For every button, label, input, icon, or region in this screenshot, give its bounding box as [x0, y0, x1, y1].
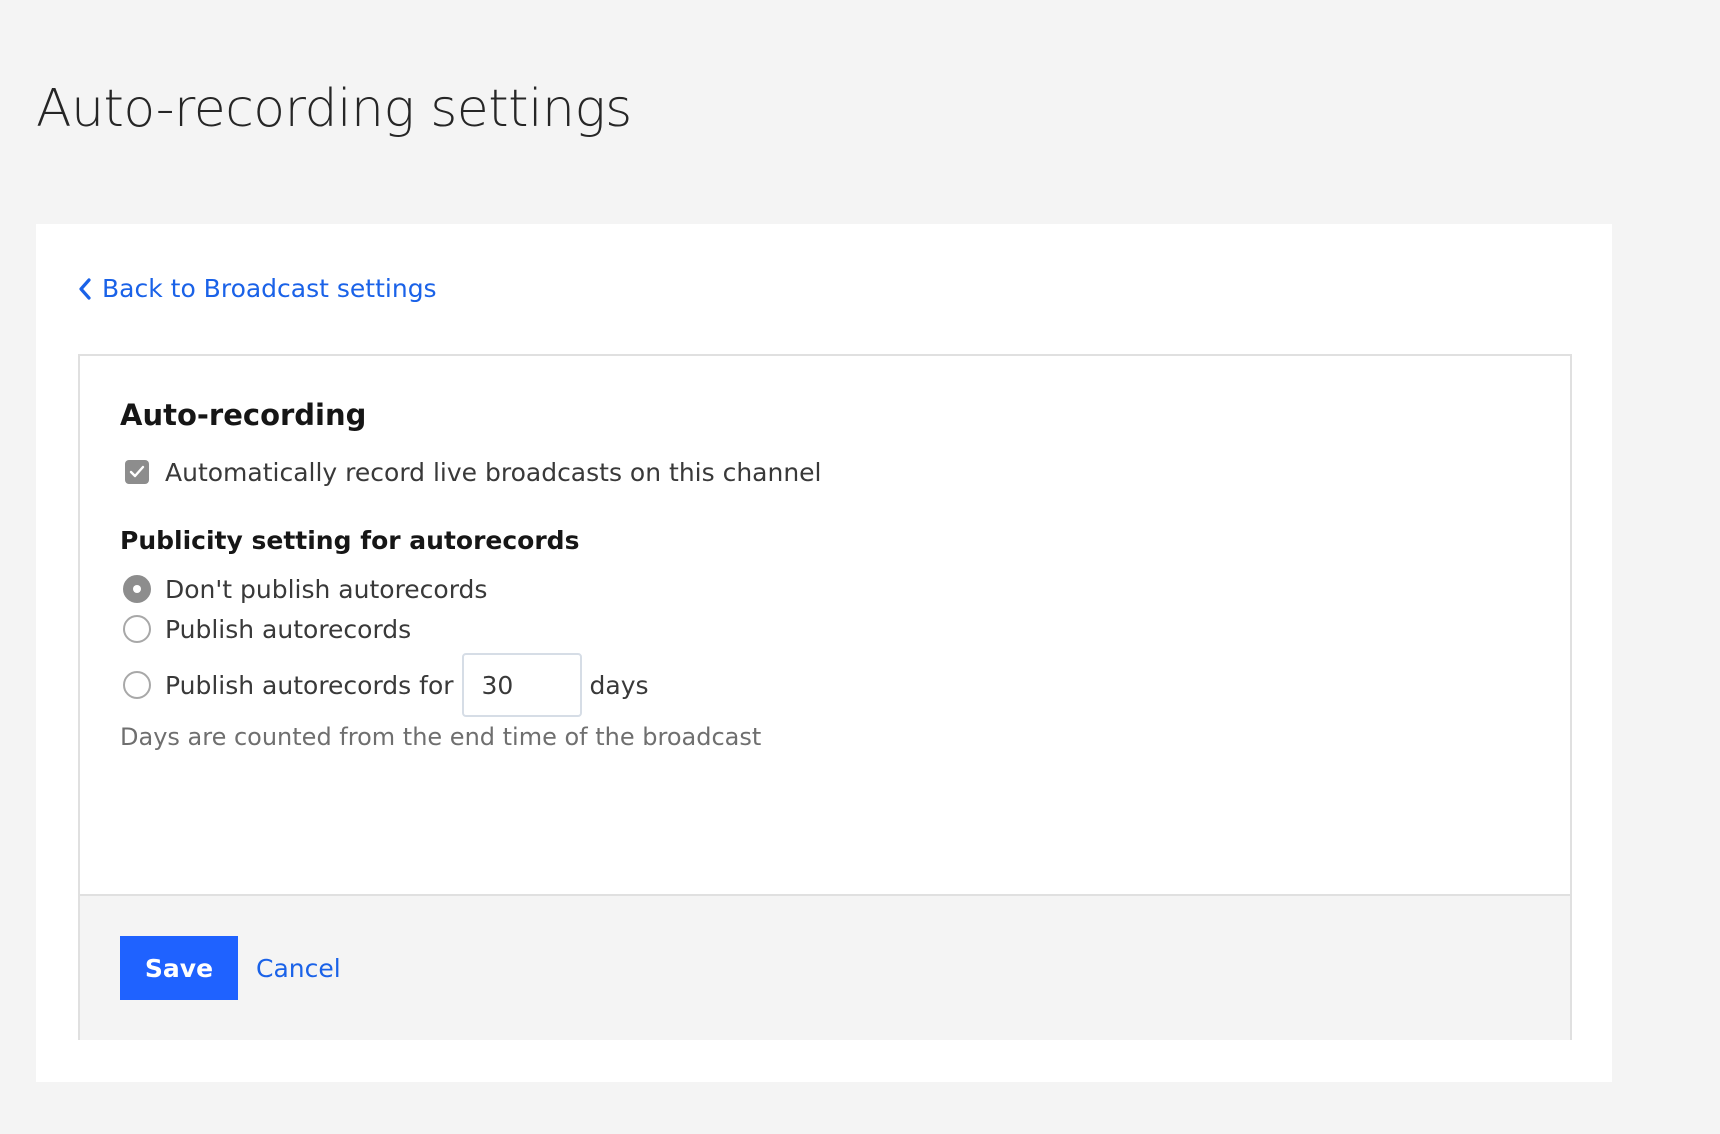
days-suffix: days [589, 670, 649, 700]
settings-card: Back to Broadcast settings Auto-recordin… [36, 224, 1612, 1082]
back-link-label: Back to Broadcast settings [102, 274, 437, 303]
chevron-left-icon [78, 277, 92, 300]
checkmark-icon [129, 465, 145, 478]
radio-publish-row[interactable]: Publish autorecords [120, 609, 1570, 649]
radio-dont-publish[interactable] [123, 575, 151, 603]
days-input[interactable] [461, 653, 582, 717]
panel-body: Auto-recording Automatically record live… [80, 356, 1570, 894]
radio-dont-publish-label: Don't publish autorecords [165, 574, 488, 604]
back-to-broadcast-settings-link[interactable]: Back to Broadcast settings [78, 274, 437, 303]
radio-publish-for-days-label: Publish autorecords for [165, 670, 454, 700]
auto-record-checkbox[interactable] [125, 460, 149, 484]
save-button[interactable]: Save [120, 936, 238, 1000]
auto-recording-title: Auto-recording [120, 398, 367, 432]
panel-footer: Save Cancel [80, 894, 1570, 1040]
days-helper-text: Days are counted from the end time of th… [120, 723, 762, 751]
radio-publish-for-days-row[interactable]: Publish autorecords for days [120, 653, 1570, 717]
auto-recording-panel: Auto-recording Automatically record live… [78, 354, 1572, 1040]
auto-record-checkbox-label: Automatically record live broadcasts on … [165, 457, 822, 487]
radio-dont-publish-row[interactable]: Don't publish autorecords [120, 569, 1570, 609]
page-title: Auto-recording settings [36, 79, 632, 139]
auto-record-checkbox-row[interactable]: Automatically record live broadcasts on … [120, 452, 1570, 492]
radio-publish-for-days[interactable] [123, 671, 151, 699]
radio-publish-label: Publish autorecords [165, 614, 412, 644]
radio-publish[interactable] [123, 615, 151, 643]
cancel-link[interactable]: Cancel [254, 936, 341, 1000]
publicity-title: Publicity setting for autorecords [120, 526, 580, 555]
